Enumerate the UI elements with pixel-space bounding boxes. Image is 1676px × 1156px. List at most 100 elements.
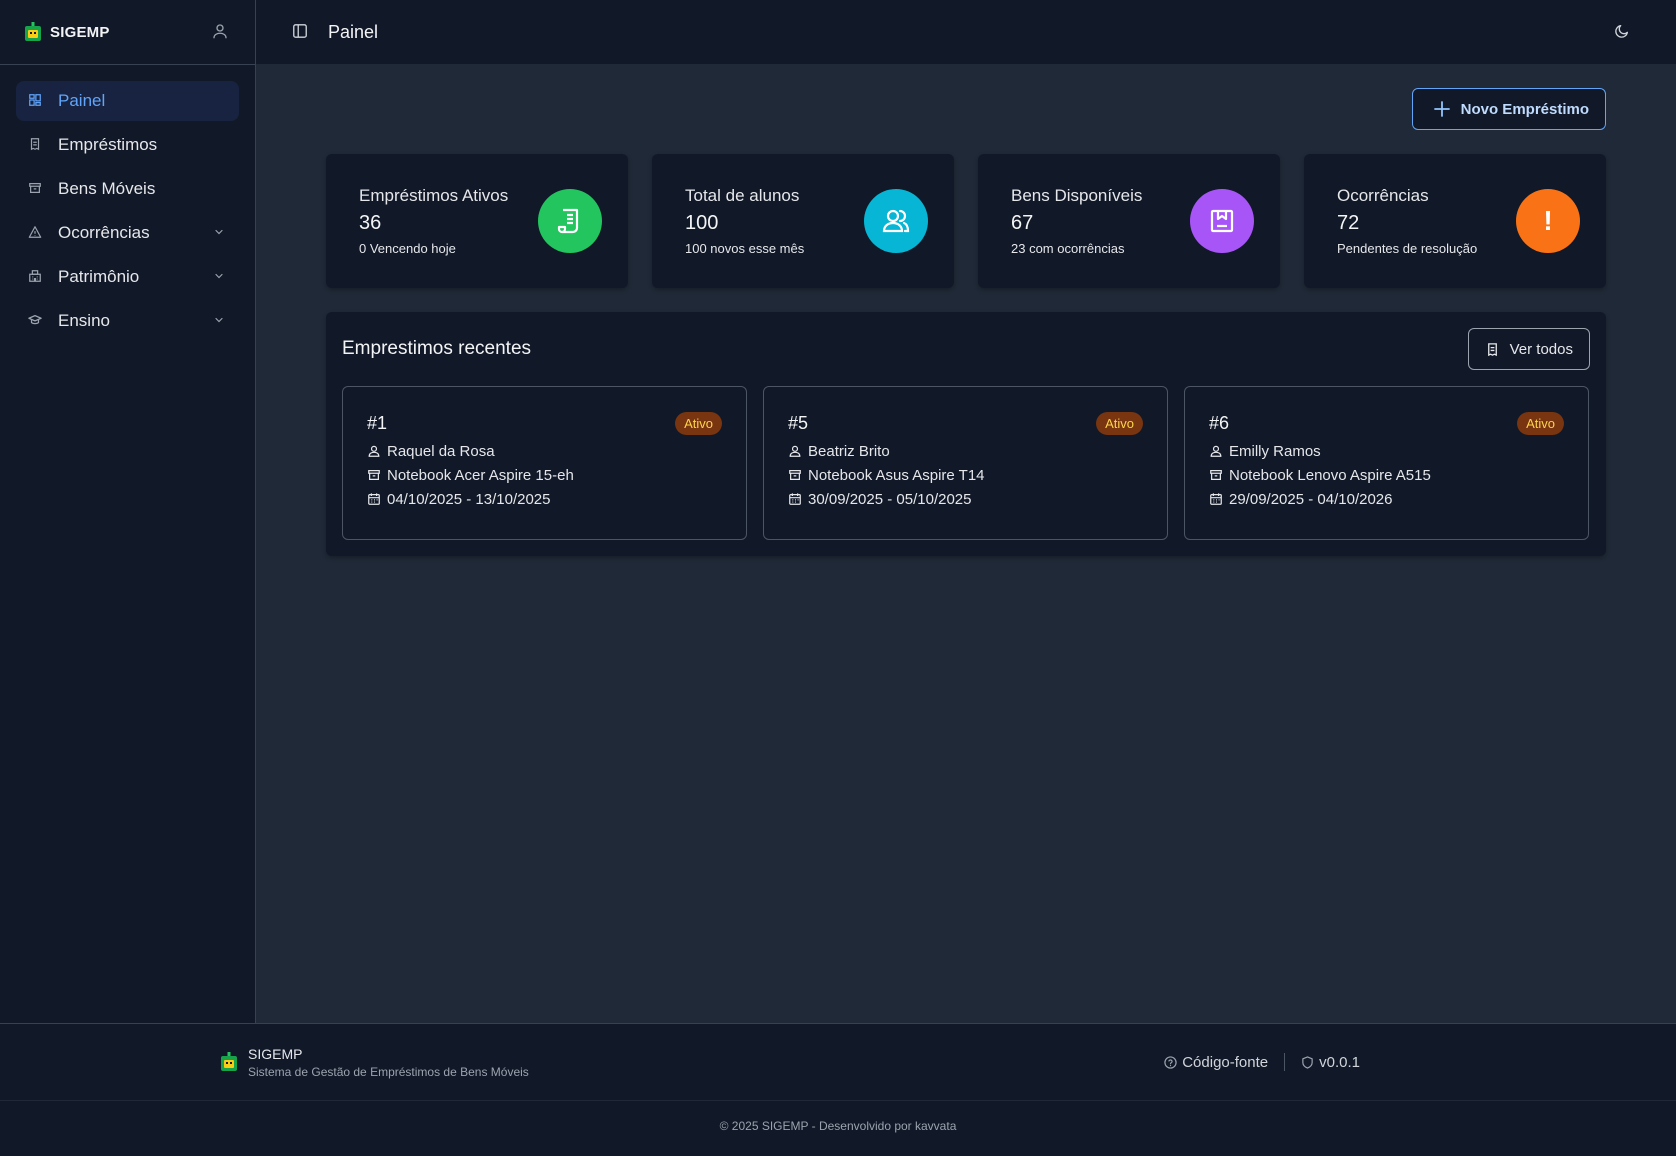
loan-person-name: Raquel da Rosa [387, 442, 495, 460]
archive-icon [367, 468, 381, 482]
loan-item: Notebook Asus Aspire T14 [788, 466, 1143, 484]
divider [1284, 1053, 1286, 1071]
user-icon [788, 444, 802, 458]
status-badge: Ativo [1517, 411, 1564, 435]
loan-card[interactable]: #1 Ativo Raquel da Rosa Notebook Acer As… [342, 386, 747, 540]
loan-date-range: 04/10/2025 - 13/10/2025 [387, 490, 551, 508]
loan-card[interactable]: #5 Ativo Beatriz Brito Notebook Asus Asp… [763, 386, 1168, 540]
loan-dates: 30/09/2025 - 05/10/2025 [788, 490, 1143, 508]
warning-icon [28, 225, 44, 241]
user-icon [1209, 444, 1223, 458]
sidebar-item-ensino[interactable]: Ensino [16, 301, 239, 341]
stat-value: 100 [685, 212, 719, 234]
dashboard-icon [28, 93, 44, 109]
stat-card-occurrences: Ocorrências 72 Pendentes de resolução ! [1304, 154, 1606, 288]
stat-subtext: 0 Vencendo hoje [359, 241, 456, 256]
recent-loans-title: Emprestimos recentes [342, 338, 532, 359]
footer-description: Sistema de Gestão de Empréstimos de Bens… [248, 1064, 529, 1079]
page-title: Painel [328, 21, 379, 42]
loan-dates: 29/09/2025 - 04/10/2026 [1209, 490, 1564, 508]
loan-item-name: Notebook Acer Aspire 15-eh [387, 466, 574, 484]
new-loan-label: Novo Empréstimo [1460, 100, 1589, 118]
sidebar-item-label: Painel [58, 91, 106, 110]
sidebar-item-painel[interactable]: Painel [16, 81, 239, 121]
chevron-down-icon [213, 270, 227, 284]
user-icon[interactable] [211, 22, 231, 42]
package-icon [1190, 189, 1254, 253]
sidebar-item-label: Ocorrências [58, 223, 150, 242]
loan-dates: 04/10/2025 - 13/10/2025 [367, 490, 722, 508]
calendar-icon [367, 492, 381, 506]
loan-person-name: Emilly Ramos [1229, 442, 1321, 460]
sidebar-item-bens-moveis[interactable]: Bens Móveis [16, 169, 239, 209]
loan-person-name: Beatriz Brito [808, 442, 890, 460]
sidebar-item-patrimonio[interactable]: Patrimônio [16, 257, 239, 297]
sidebar: SIGEMP Painel Empréstimos Bens Móveis Oc… [0, 0, 256, 1023]
loan-id: #6 [1209, 412, 1230, 433]
building-icon [28, 269, 44, 285]
sidebar-item-emprestimos[interactable]: Empréstimos [16, 125, 239, 165]
footer-links: Código-fonte v0.0.1 [1164, 1053, 1360, 1071]
stat-card-available-items: Bens Disponíveis 67 23 com ocorrências [978, 154, 1280, 288]
calendar-icon [788, 492, 802, 506]
loan-id: #1 [367, 412, 388, 433]
stat-subtext: Pendentes de resolução [1337, 241, 1478, 256]
chevron-down-icon [213, 314, 227, 328]
view-all-button[interactable]: Ver todos [1467, 328, 1590, 370]
archive-icon [1209, 468, 1223, 482]
loan-item: Notebook Acer Aspire 15-eh [367, 466, 722, 484]
copyright: © 2025 SIGEMP - Desenvolvido por kavvata [719, 1119, 957, 1133]
moon-icon[interactable] [1614, 23, 1632, 41]
stat-label: Ocorrências [1337, 186, 1429, 205]
robot-logo-icon [220, 1052, 238, 1072]
loan-date-range: 30/09/2025 - 05/10/2025 [808, 490, 972, 508]
stats-row: Empréstimos Ativos 36 0 Vencendo hoje To… [326, 154, 1606, 288]
footer-brand: SIGEMP Sistema de Gestão de Empréstimos … [220, 1046, 529, 1079]
user-icon [367, 444, 381, 458]
sidebar-toggle-icon[interactable] [292, 23, 310, 41]
status-badge: Ativo [675, 411, 722, 435]
stat-value: 72 [1337, 212, 1360, 234]
source-code-link[interactable]: Código-fonte [1164, 1054, 1268, 1071]
sidebar-item-label: Empréstimos [58, 135, 158, 154]
stat-label: Bens Disponíveis [1011, 186, 1143, 205]
loan-date-range: 29/09/2025 - 04/10/2026 [1229, 490, 1393, 508]
stat-value: 67 [1011, 212, 1034, 234]
status-badge: Ativo [1096, 411, 1143, 435]
receipt-icon [538, 189, 602, 253]
brand[interactable]: SIGEMP [24, 22, 110, 42]
sidebar-header: SIGEMP [0, 0, 255, 65]
shield-icon [1301, 1055, 1314, 1069]
stat-subtext: 100 novos esse mês [685, 241, 805, 256]
sidebar-item-label: Patrimônio [58, 267, 140, 286]
receipt-icon [1485, 342, 1500, 357]
loan-person: Beatriz Brito [788, 442, 1143, 460]
recent-loans-list: #1 Ativo Raquel da Rosa Notebook Acer As… [342, 386, 1590, 540]
loan-person: Raquel da Rosa [367, 442, 722, 460]
robot-logo-icon [24, 22, 42, 42]
plus-icon [1433, 100, 1451, 118]
new-loan-button[interactable]: Novo Empréstimo [1411, 88, 1606, 130]
users-icon [864, 189, 928, 253]
loan-person: Emilly Ramos [1209, 442, 1564, 460]
loan-id: #5 [788, 412, 809, 433]
loan-item-name: Notebook Lenovo Aspire A515 [1229, 466, 1431, 484]
version-label: v0.0.1 [1319, 1053, 1360, 1071]
archive-icon [28, 181, 44, 197]
exclamation-glyph: ! [1543, 205, 1553, 236]
version-link[interactable]: v0.0.1 [1301, 1054, 1360, 1071]
sidebar-item-label: Ensino [58, 311, 110, 330]
loan-item: Notebook Lenovo Aspire A515 [1209, 466, 1564, 484]
stat-value: 36 [359, 212, 382, 234]
sidebar-item-ocorrencias[interactable]: Ocorrências [16, 213, 239, 253]
action-row: Novo Empréstimo [326, 88, 1606, 130]
stat-label: Empréstimos Ativos [359, 186, 509, 205]
footer-top: SIGEMP Sistema de Gestão de Empréstimos … [0, 1024, 1676, 1101]
loan-item-name: Notebook Asus Aspire T14 [808, 466, 985, 484]
loan-card[interactable]: #6 Ativo Emilly Ramos Notebook Lenovo As… [1184, 386, 1589, 540]
stat-label: Total de alunos [685, 186, 800, 205]
receipt-icon [28, 137, 44, 153]
view-all-label: Ver todos [1509, 340, 1573, 358]
sidebar-nav: Painel Empréstimos Bens Móveis Ocorrênci… [0, 65, 255, 357]
exclamation-icon: ! [1516, 189, 1580, 253]
